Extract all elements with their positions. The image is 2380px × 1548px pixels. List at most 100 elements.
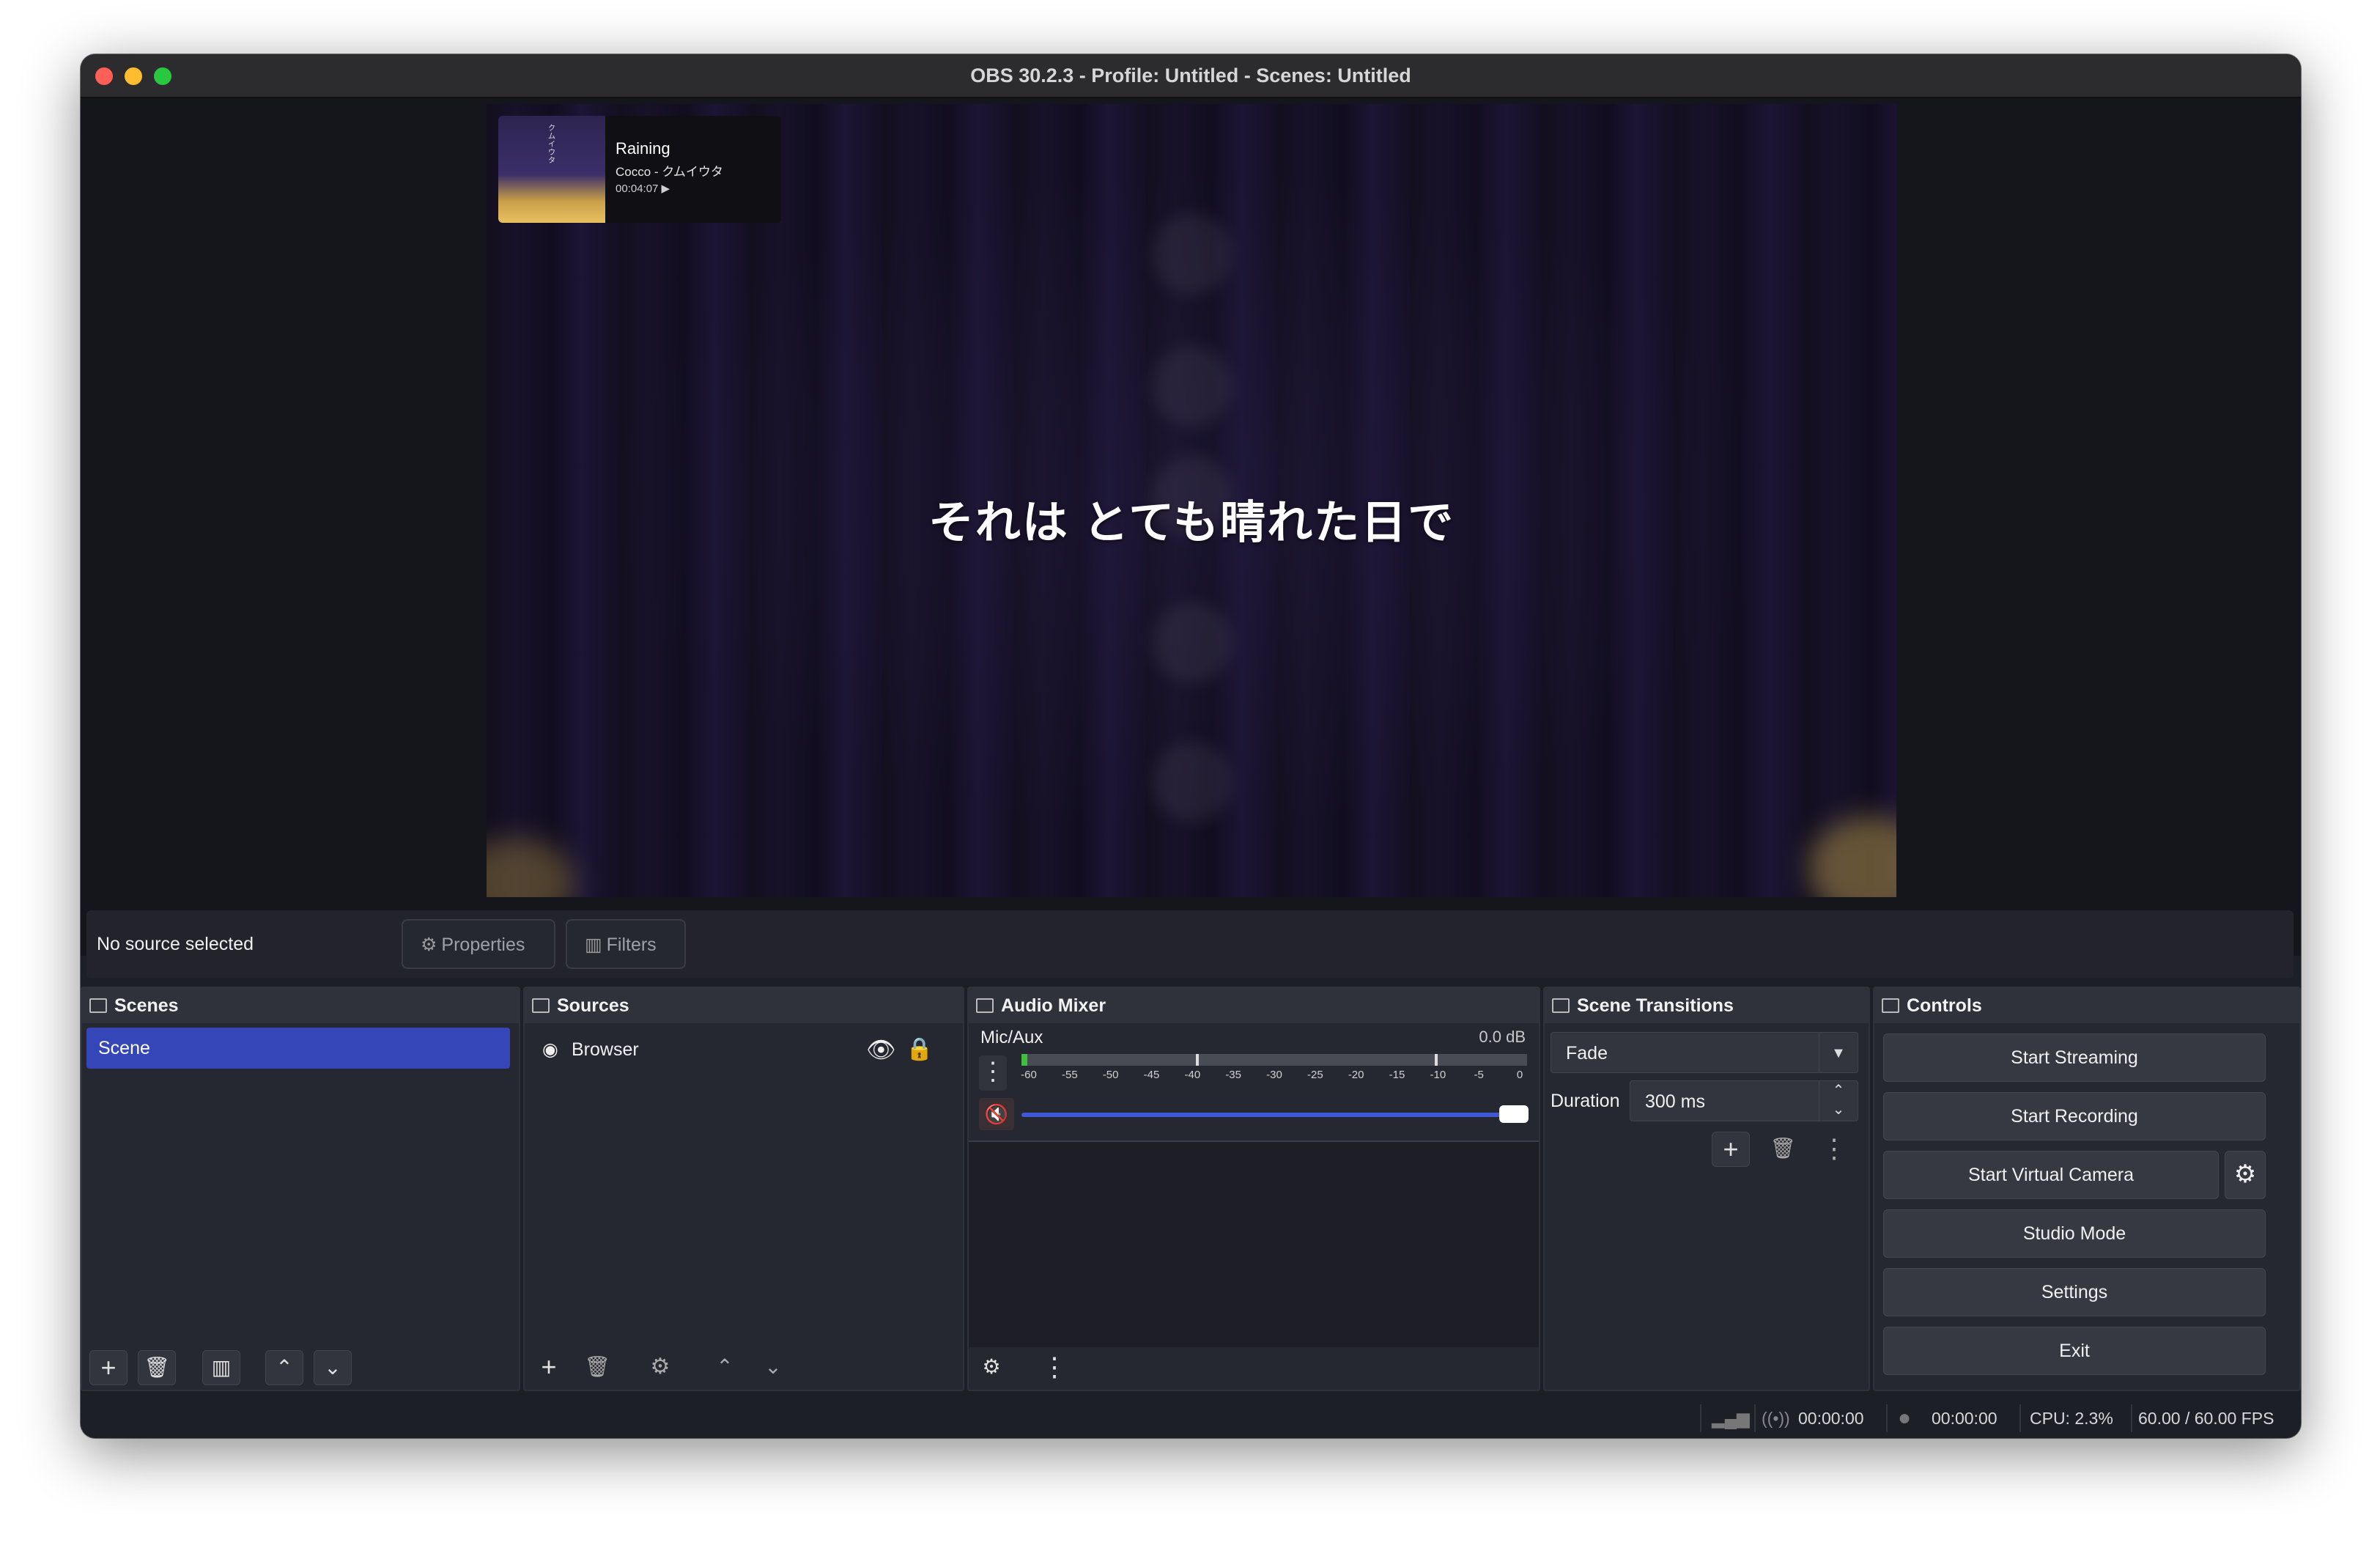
now-playing-card: クムイウタ Raining Cocco - クムイウタ 00:04:07 ▶	[498, 116, 781, 223]
move-scene-down-button[interactable]: ⌄	[314, 1350, 352, 1385]
preview-area[interactable]: クムイウタ Raining Cocco - クムイウタ 00:04:07 ▶ そ…	[81, 98, 2301, 956]
visibility-eye-icon[interactable]: 👁	[866, 1029, 896, 1070]
lyric-subtitle: それは とても晴れた日で	[928, 498, 1455, 548]
network-signal-icon: ▂▄▆	[1712, 1409, 1750, 1428]
meter-scale-label: -55	[1061, 1069, 1078, 1081]
scenes-toolbar: + 🗑 ▥ ⌃ ⌄	[82, 1344, 519, 1390]
add-transition-button[interactable]: +	[1712, 1132, 1750, 1167]
scenes-dock: Scenes Scene + 🗑 ▥ ⌃ ⌄	[81, 987, 520, 1391]
volume-fader-knob[interactable]	[1499, 1105, 1529, 1123]
dock-float-icon[interactable]	[1552, 998, 1570, 1013]
title-bar: OBS 30.2.3 - Profile: Untitled - Scenes:…	[81, 54, 2301, 98]
gear-icon: ⚙	[421, 935, 437, 955]
start-recording-button[interactable]: Start Recording	[1883, 1092, 2266, 1140]
meter-scale-label: -5	[1474, 1069, 1484, 1081]
audio-mixer-dock: Audio Mixer Mic/Aux 0.0 dB ⋮ -60 -55 -50 -4…	[967, 987, 1540, 1391]
move-scene-up-button[interactable]: ⌃	[265, 1350, 303, 1385]
dock-float-icon[interactable]	[976, 998, 994, 1013]
meter-scale-label: -35	[1225, 1069, 1241, 1081]
filter-icon: ▥	[585, 935, 602, 955]
mixer-menu-button[interactable]: ⋮	[1036, 1350, 1073, 1384]
filters-button[interactable]: ▥ Filters	[566, 919, 686, 969]
remove-transition-button[interactable]: 🗑	[1764, 1132, 1801, 1165]
divider	[2131, 1404, 2132, 1432]
scene-list-item[interactable]: Scene	[86, 1028, 510, 1069]
record-time: 00:00:00	[1932, 1409, 1998, 1428]
broadcast-icon: ((•))	[1762, 1409, 1790, 1428]
dock-float-icon[interactable]	[89, 998, 107, 1013]
track-title: Raining	[616, 139, 670, 158]
chevron-down-icon[interactable]: ▼	[1819, 1033, 1858, 1072]
meter-level-bar	[1021, 1054, 1027, 1066]
start-virtual-camera-button[interactable]: Start Virtual Camera	[1883, 1151, 2219, 1199]
stream-time: 00:00:00	[1798, 1409, 1864, 1428]
preview-canvas[interactable]: クムイウタ Raining Cocco - クムイウタ 00:04:07 ▶ そ…	[487, 104, 1896, 897]
meter-tick	[1435, 1054, 1438, 1066]
studio-mode-button[interactable]: Studio Mode	[1883, 1209, 2266, 1258]
meter-tick	[1196, 1054, 1199, 1066]
transition-select[interactable]: Fade ▼	[1551, 1032, 1858, 1073]
meter-scale-label: -15	[1389, 1069, 1405, 1081]
cpu-usage: CPU: 2.3%	[2030, 1409, 2113, 1428]
meter-scale-label: -30	[1266, 1069, 1282, 1081]
duration-label: Duration	[1551, 1091, 1620, 1111]
muted-speaker-icon[interactable]: 🔇	[979, 1098, 1014, 1130]
add-source-button[interactable]: +	[531, 1350, 567, 1384]
audio-mixer-toolbar: ⚙ ⋮	[969, 1344, 1539, 1390]
record-indicator-icon: ●	[1898, 1406, 1912, 1430]
scene-transitions-header: Scene Transitions	[1545, 988, 1869, 1023]
obs-window: OBS 30.2.3 - Profile: Untitled - Scenes:…	[81, 54, 2301, 1438]
sources-toolbar: + 🗑 ⚙ ⌃ ⌄	[525, 1344, 963, 1390]
advanced-audio-gear-icon[interactable]: ⚙	[973, 1350, 1010, 1384]
divider	[2019, 1404, 2021, 1432]
mixer-empty-area	[969, 1142, 1539, 1347]
channel-menu-button[interactable]: ⋮	[979, 1055, 1007, 1091]
meter-scale-label: -10	[1430, 1069, 1446, 1081]
meter-scale-label: -60	[1021, 1069, 1037, 1081]
meter-scale-label: 0	[1516, 1069, 1523, 1081]
scenes-dock-header: Scenes	[82, 988, 519, 1023]
scene-filters-button[interactable]: ▥	[202, 1350, 240, 1385]
audio-level-db: 0.0 dB	[1479, 1028, 1526, 1046]
meter-scale: -60 -55 -50 -45 -40 -35 -30 -25 -20 -15 -10 -5 0	[1021, 1069, 1527, 1085]
dock-float-icon[interactable]	[1882, 998, 1899, 1013]
remove-source-button[interactable]: 🗑	[579, 1350, 616, 1384]
audio-channel-name: Mic/Aux	[980, 1028, 1043, 1047]
fps-readout: 60.00 / 60.00 FPS	[2138, 1409, 2274, 1428]
divider	[1886, 1404, 1888, 1432]
divider	[1700, 1404, 1701, 1432]
transition-menu-button[interactable]: ⋮	[1816, 1132, 1852, 1165]
controls-header: Controls	[1874, 988, 2299, 1023]
track-artist: Cocco - クムイウタ	[616, 165, 723, 179]
divider	[1754, 1404, 1756, 1432]
sources-dock: Sources ◉ Browser 👁 🔒 + 🗑 ⚙ ⌃ ⌄	[523, 987, 964, 1391]
meter-scale-label: -25	[1307, 1069, 1323, 1081]
meter-scale-label: -40	[1184, 1069, 1201, 1081]
meter-scale-label: -20	[1348, 1069, 1364, 1081]
exit-button[interactable]: Exit	[1883, 1327, 2266, 1375]
status-bar: ▂▄▆ ((•)) 00:00:00 ● 00:00:00 CPU: 2.3% …	[81, 1398, 2301, 1438]
move-source-up-button[interactable]: ⌃	[706, 1350, 743, 1384]
dock-float-icon[interactable]	[532, 998, 550, 1013]
source-label: Browser	[572, 1039, 639, 1060]
settings-button[interactable]: Settings	[1883, 1268, 2266, 1316]
source-list-item[interactable]: ◉ Browser 👁 🔒	[529, 1029, 954, 1070]
duration-spinner[interactable]: ⌃ ⌄	[1819, 1081, 1858, 1121]
properties-button[interactable]: ⚙ Properties	[402, 919, 555, 969]
album-art-text: クムイウタ	[548, 125, 555, 165]
source-toolbar: No source selected ⚙ Properties ▥ Filters	[86, 910, 2294, 978]
remove-scene-button[interactable]: 🗑	[138, 1350, 176, 1385]
track-time: 00:04:07 ▶	[616, 183, 670, 195]
volume-fader-track[interactable]	[1021, 1113, 1505, 1117]
move-source-down-button[interactable]: ⌄	[755, 1350, 791, 1384]
lock-icon[interactable]: 🔒	[906, 1029, 933, 1070]
controls-dock: Controls Start Streaming Start Recording…	[1873, 987, 2301, 1391]
window-title: OBS 30.2.3 - Profile: Untitled - Scenes:…	[970, 64, 1411, 86]
duration-input[interactable]: 300 ms ⌃ ⌄	[1630, 1080, 1858, 1121]
add-scene-button[interactable]: +	[89, 1350, 128, 1385]
scene-transitions-dock: Scene Transitions Fade ▼ Duration 300 ms…	[1543, 987, 1870, 1391]
meter-scale-label: -45	[1143, 1069, 1160, 1081]
virtual-camera-settings-gear-icon[interactable]: ⚙	[2225, 1151, 2266, 1199]
source-properties-button[interactable]: ⚙	[642, 1350, 679, 1384]
start-streaming-button[interactable]: Start Streaming	[1883, 1033, 2266, 1082]
